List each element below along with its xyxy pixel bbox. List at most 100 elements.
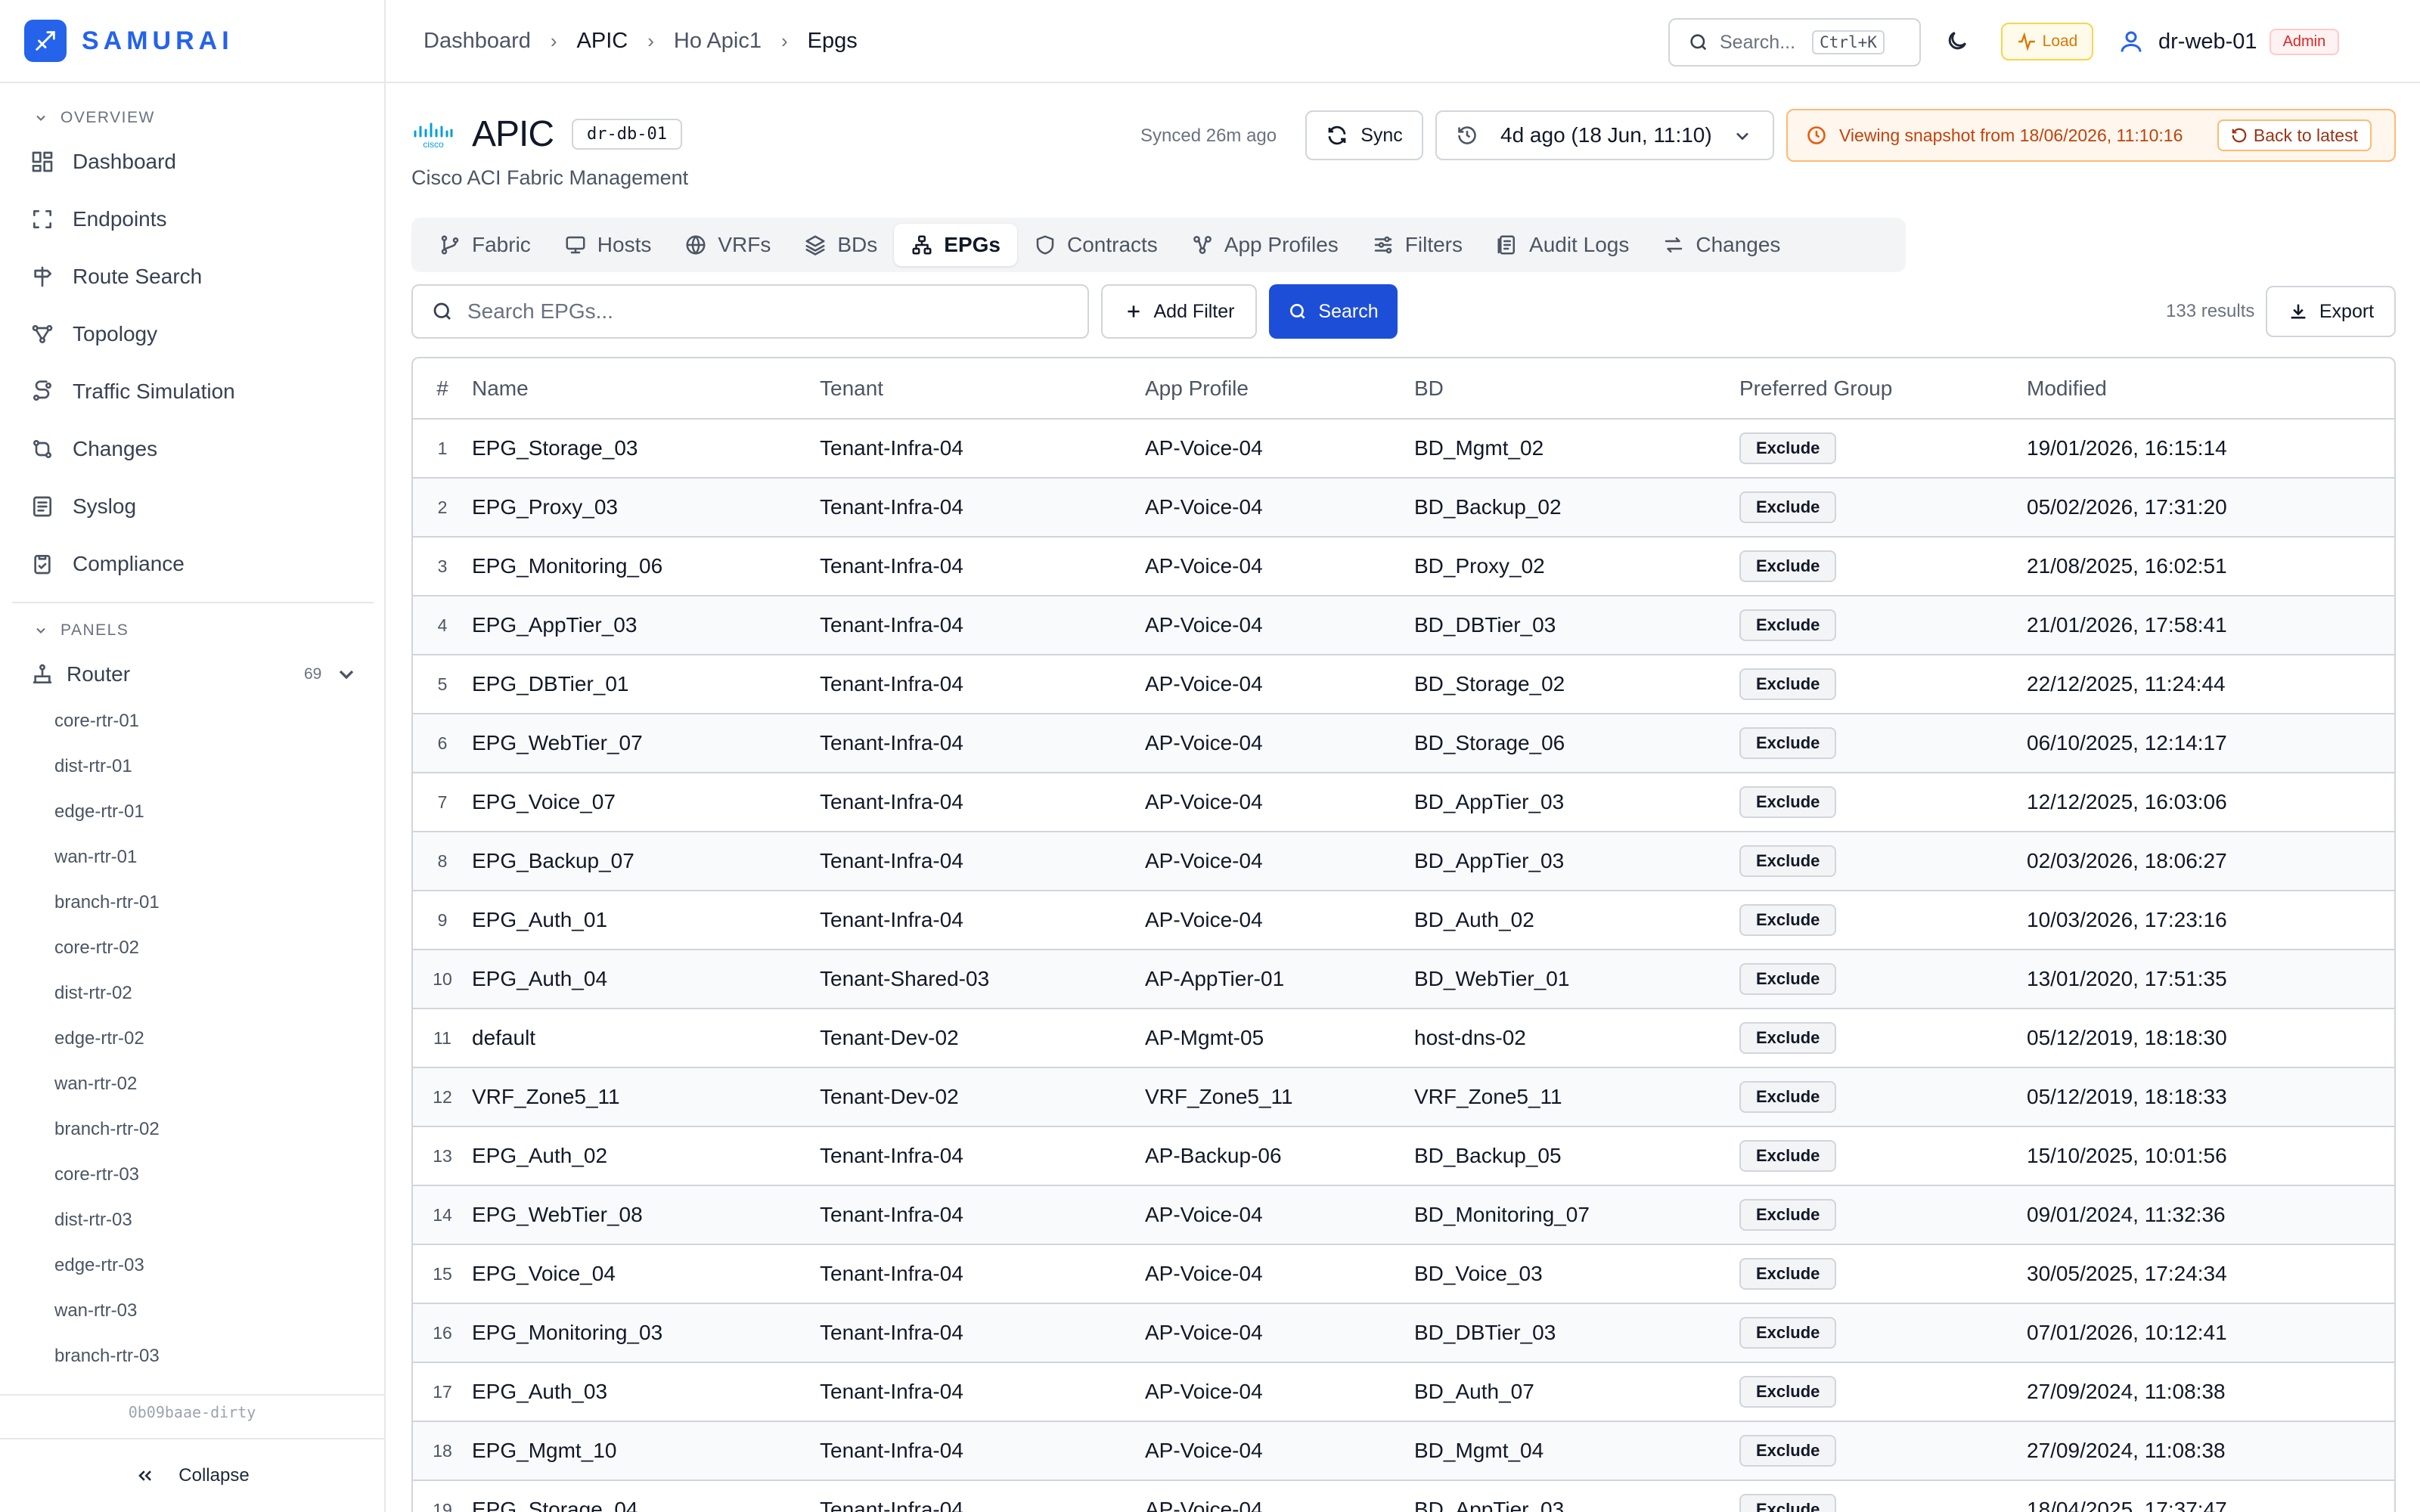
cell-tenant: Tenant-Infra-04 xyxy=(820,596,1145,655)
device-item-dist-rtr-03[interactable]: dist-rtr-03 xyxy=(54,1210,132,1231)
device-item-core-rtr-03[interactable]: core-rtr-03 xyxy=(54,1164,139,1185)
cell-preferred-group: Exclude xyxy=(1739,832,2027,891)
chevron-right-icon: › xyxy=(647,29,654,52)
cell-tenant: Tenant-Infra-04 xyxy=(820,891,1145,950)
clock-icon xyxy=(1807,126,1826,144)
overview-section-toggle[interactable]: OVERVIEW xyxy=(0,103,155,133)
device-item-core-rtr-01[interactable]: core-rtr-01 xyxy=(54,711,139,732)
export-button[interactable]: Export xyxy=(2266,286,2396,337)
version-label: 0b09baae-dirty xyxy=(128,1403,256,1421)
search-button[interactable]: Search xyxy=(1269,284,1398,339)
table-row[interactable]: 2 EPG_Proxy_03 Tenant-Infra-04 AP-Voice-04 B… xyxy=(413,478,2394,538)
table-row[interactable]: 7 EPG_Voice_07 Tenant-Infra-04 AP-Voice-04 B… xyxy=(413,773,2394,832)
tab-label: VRFs xyxy=(718,233,771,256)
page-header: cisco APIC dr-db-01 xyxy=(411,113,682,155)
sync-button[interactable]: Sync xyxy=(1305,110,1423,160)
back-to-latest-button[interactable]: Back to latest xyxy=(2217,119,2372,151)
epg-search-input[interactable] xyxy=(467,299,1057,324)
user-menu[interactable]: dr-web-01 Admin xyxy=(2118,23,2340,60)
table-row[interactable]: 6 EPG_WebTier_07 Tenant-Infra-04 AP-Voice-0… xyxy=(413,714,2394,773)
tab-fabric[interactable]: Fabric xyxy=(422,224,548,266)
device-item-dist-rtr-01[interactable]: dist-rtr-01 xyxy=(54,756,132,777)
device-item-branch-rtr-01[interactable]: branch-rtr-01 xyxy=(54,892,160,913)
sidebar-item-syslog[interactable]: Syslog xyxy=(30,484,136,529)
column-header-modified[interactable]: Modified xyxy=(2027,358,2394,420)
tab-bds[interactable]: BDs xyxy=(787,224,894,266)
table-row[interactable]: 19 EPG_Storage_04 Tenant-Infra-04 AP-Voice-… xyxy=(413,1480,2394,1512)
sidebar: SAMURAI OVERVIEW Dashboard Endpoints Route… xyxy=(0,0,386,1512)
snapshot-select[interactable]: 4d ago (18 Jun, 11:10) xyxy=(1435,110,1774,160)
sidebar-item-route-search[interactable]: Route Search xyxy=(30,254,202,299)
table-row[interactable]: 13 EPG_Auth_02 Tenant-Infra-04 AP-Backup-06… xyxy=(413,1126,2394,1186)
global-search[interactable]: Search... Ctrl+K xyxy=(1668,18,1921,67)
sidebar-item-changes[interactable]: Changes xyxy=(30,426,157,472)
table-row[interactable]: 18 EPG_Mgmt_10 Tenant-Infra-04 AP-Voice-04 B… xyxy=(413,1421,2394,1481)
sidebar-item-endpoints[interactable]: Endpoints xyxy=(30,197,167,242)
tab-hosts[interactable]: Hosts xyxy=(548,224,669,266)
load-badge[interactable]: Load xyxy=(2001,23,2093,60)
table-row[interactable]: 9 EPG_Auth_01 Tenant-Infra-04 AP-Voice-04 BD… xyxy=(413,891,2394,950)
table-row[interactable]: 12 VRF_Zone5_11 Tenant-Dev-02 VRF_Zone5_11 V… xyxy=(413,1067,2394,1127)
column-header-name[interactable]: Name xyxy=(472,358,820,420)
table-row[interactable]: 8 EPG_Backup_07 Tenant-Infra-04 AP-Voice-04… xyxy=(413,832,2394,891)
panels-section-toggle[interactable]: PANELS xyxy=(0,615,129,646)
cell-modified: 13/01/2020, 17:51:35 xyxy=(2027,950,2394,1009)
table-row[interactable]: 10 EPG_Auth_04 Tenant-Shared-03 AP-AppTier-… xyxy=(413,950,2394,1009)
device-item-edge-rtr-03[interactable]: edge-rtr-03 xyxy=(54,1255,144,1276)
tab-changes[interactable]: Changes xyxy=(1646,224,1797,266)
table-row[interactable]: 5 EPG_DBTier_01 Tenant-Infra-04 AP-Voice-04… xyxy=(413,655,2394,714)
table-row[interactable]: 14 EPG_WebTier_08 Tenant-Infra-04 AP-Voice-… xyxy=(413,1185,2394,1245)
cell-modified: 05/12/2019, 18:18:33 xyxy=(2027,1067,2394,1127)
cell-app-profile: AP-Voice-04 xyxy=(1145,1480,1414,1512)
column-header-app-profile[interactable]: App Profile xyxy=(1145,358,1414,420)
sidebar-item-traffic-simulation[interactable]: Traffic Simulation xyxy=(30,369,235,414)
device-item-branch-rtr-03[interactable]: branch-rtr-03 xyxy=(54,1346,160,1367)
history-icon xyxy=(1458,126,1476,144)
device-item-wan-rtr-01[interactable]: wan-rtr-01 xyxy=(54,847,137,868)
table-row[interactable]: 16 EPG_Monitoring_03 Tenant-Infra-04 AP-Voi… xyxy=(413,1303,2394,1363)
tab-epgs[interactable]: EPGs xyxy=(894,224,1017,266)
snapshot-value: 4d ago (18 Jun, 11:10) xyxy=(1500,123,1712,147)
device-item-wan-rtr-02[interactable]: wan-rtr-02 xyxy=(54,1074,137,1095)
sidebar-footer-divider xyxy=(0,1394,384,1396)
sidebar-item-compliance[interactable]: Compliance xyxy=(30,541,185,587)
device-item-wan-rtr-03[interactable]: wan-rtr-03 xyxy=(54,1300,137,1321)
cell-preferred-group: Exclude xyxy=(1739,950,2027,1009)
add-filter-button[interactable]: Add Filter xyxy=(1101,284,1257,339)
brand[interactable]: SAMURAI xyxy=(0,0,384,83)
device-item-edge-rtr-02[interactable]: edge-rtr-02 xyxy=(54,1028,144,1049)
device-item-edge-rtr-01[interactable]: edge-rtr-01 xyxy=(54,801,144,823)
column-header-index[interactable]: # xyxy=(413,358,472,420)
tab-app-profiles[interactable]: App Profiles xyxy=(1174,224,1355,266)
user-avatar-icon xyxy=(2121,31,2142,52)
table-row[interactable]: 15 EPG_Voice_04 Tenant-Infra-04 AP-Voice-04… xyxy=(413,1244,2394,1304)
sidebar-item-topology[interactable]: Topology xyxy=(30,311,157,357)
device-item-branch-rtr-02[interactable]: branch-rtr-02 xyxy=(54,1119,160,1140)
tab-audit-logs[interactable]: Audit Logs xyxy=(1479,224,1646,266)
table-row[interactable]: 1 EPG_Storage_03 Tenant-Infra-04 AP-Voice-0… xyxy=(413,419,2394,479)
tab-filters[interactable]: Filters xyxy=(1355,224,1479,266)
table-row[interactable]: 17 EPG_Auth_03 Tenant-Infra-04 AP-Voice-04 B… xyxy=(413,1362,2394,1422)
cell-bd: BD_DBTier_03 xyxy=(1414,596,1739,655)
endpoints-icon xyxy=(33,210,51,228)
router-panel-toggle[interactable]: Router 69 xyxy=(30,652,363,697)
breadcrumb-apic[interactable]: APIC xyxy=(577,29,628,54)
tab-vrfs[interactable]: VRFs xyxy=(668,224,787,266)
sidebar-item-dashboard[interactable]: Dashboard xyxy=(30,139,176,184)
cell-preferred-group: Exclude xyxy=(1739,537,2027,596)
table-row[interactable]: 4 EPG_AppTier_03 Tenant-Infra-04 AP-Voice-0… xyxy=(413,596,2394,655)
breadcrumb-ho-apic1[interactable]: Ho Apic1 xyxy=(674,29,762,54)
column-header-preferred-group[interactable]: Preferred Group xyxy=(1739,358,2027,420)
column-header-tenant[interactable]: Tenant xyxy=(820,358,1145,420)
device-item-dist-rtr-02[interactable]: dist-rtr-02 xyxy=(54,983,132,1004)
column-header-bd[interactable]: BD xyxy=(1414,358,1739,420)
table-row[interactable]: 3 EPG_Monitoring_06 Tenant-Infra-04 AP-Voic… xyxy=(413,537,2394,596)
epg-search-field[interactable] xyxy=(411,284,1089,339)
breadcrumb-dashboard[interactable]: Dashboard xyxy=(424,29,531,54)
collapse-button[interactable]: Collapse xyxy=(0,1438,384,1512)
tab-contracts[interactable]: Contracts xyxy=(1017,224,1174,266)
theme-toggle-button[interactable] xyxy=(1945,29,1969,57)
table-row[interactable]: 11 default Tenant-Dev-02 AP-Mgmt-05 host-dns… xyxy=(413,1009,2394,1068)
epg-table: # Name Tenant App Profile BD Preferred G… xyxy=(411,357,2396,1512)
device-item-core-rtr-02[interactable]: core-rtr-02 xyxy=(54,937,139,959)
